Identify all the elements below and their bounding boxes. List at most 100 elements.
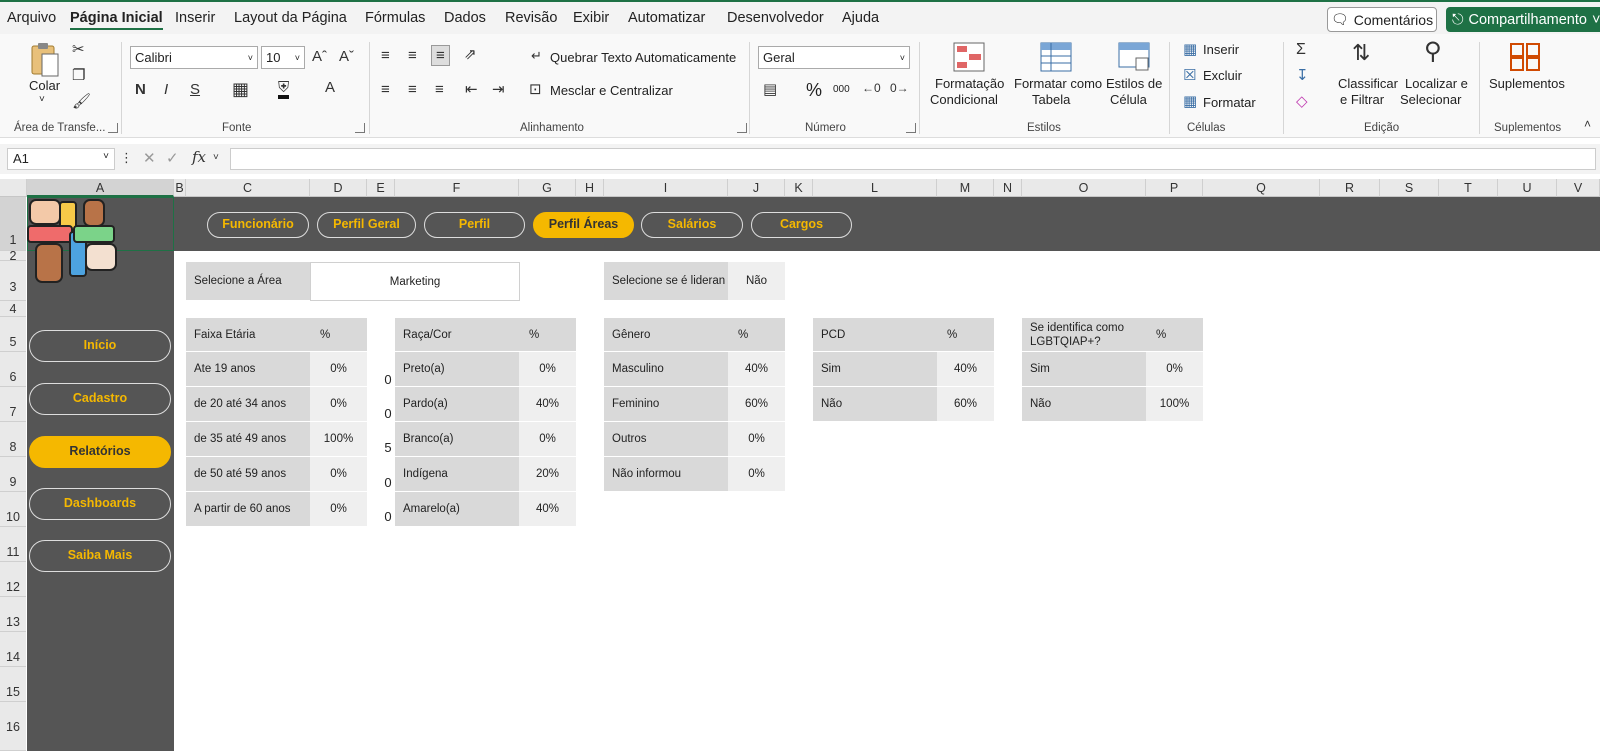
wrap-text-button[interactable]: Quebrar Texto Automaticamente (550, 50, 736, 65)
dialog-launcher-icon[interactable] (108, 123, 118, 133)
addins-icon[interactable] (1509, 42, 1543, 76)
conditional-format-label-2[interactable]: Condicional (930, 92, 998, 107)
format-as-table-label-1[interactable]: Formatar como (1014, 76, 1102, 91)
align-bottom-icon[interactable]: ≡ (431, 45, 450, 66)
column-header[interactable]: K (785, 179, 813, 197)
currency-icon[interactable]: ▤ (763, 82, 777, 97)
fill-color-icon[interactable]: ⛨ (278, 80, 290, 99)
row-header[interactable]: 4 (0, 301, 26, 317)
increase-indent-icon[interactable]: ⇥ (492, 82, 505, 97)
clear-icon[interactable]: ◇ (1296, 94, 1308, 109)
delete-cells-button[interactable]: Excluir (1203, 68, 1242, 83)
align-top-icon[interactable]: ≡ (381, 48, 390, 63)
addins-button[interactable]: Suplementos (1489, 76, 1565, 91)
nav-salarios[interactable]: Salários (641, 212, 743, 238)
column-header[interactable]: D (310, 179, 367, 197)
search-icon[interactable]: ⚲ (1424, 40, 1442, 64)
format-painter-icon[interactable]: 🖌 (72, 94, 91, 109)
cancel-icon[interactable]: ✕ (143, 151, 156, 166)
select-all-corner[interactable] (0, 179, 27, 197)
nav-perfil-geral[interactable]: Perfil Geral (317, 212, 416, 238)
delete-cells-icon[interactable]: ☒ (1183, 68, 1196, 83)
nav-relatorios[interactable]: Relatórios (29, 436, 171, 468)
column-header[interactable]: R (1320, 179, 1380, 197)
row-header[interactable]: 7 (0, 387, 26, 422)
format-as-table-label-2[interactable]: Tabela (1032, 92, 1070, 107)
menu-ajuda[interactable]: Ajuda (842, 10, 879, 26)
column-header[interactable]: H (576, 179, 604, 197)
row-header[interactable]: 11 (0, 527, 26, 562)
row-header[interactable]: 15 (0, 667, 26, 702)
paste-label[interactable]: Colar (29, 78, 60, 93)
underline-icon[interactable]: S (190, 82, 200, 97)
menu-arquivo[interactable]: Arquivo (7, 10, 56, 26)
font-name-select[interactable]: Calibri ˅ (130, 46, 258, 69)
column-header[interactable]: G (519, 179, 576, 197)
collapse-ribbon-icon[interactable]: ˄ (1584, 118, 1591, 130)
font-color-icon[interactable]: A (325, 80, 335, 95)
menu-inserir[interactable]: Inserir (175, 10, 215, 26)
percent-button[interactable]: % (806, 80, 822, 101)
autosum-icon[interactable]: Σ (1296, 42, 1306, 58)
insert-function-button[interactable]: fx (192, 150, 206, 165)
nav-inicio[interactable]: Início (29, 330, 171, 362)
row-header[interactable]: 3 (0, 261, 26, 301)
sort-filter-label-2[interactable]: e Filtrar (1340, 92, 1384, 107)
increase-decimal-icon[interactable]: ←0 (862, 82, 881, 94)
column-header[interactable]: I (604, 179, 728, 197)
row-header[interactable]: 10 (0, 492, 26, 527)
column-header[interactable]: O (1022, 179, 1146, 197)
align-middle-icon[interactable]: ≡ (408, 48, 417, 63)
number-format-select[interactable]: Geral ˅ (758, 46, 910, 69)
share-button[interactable]: ⎋ Compartilhamento ˅ (1446, 7, 1600, 32)
decrease-decimal-icon[interactable]: 0→ (890, 82, 909, 94)
column-header[interactable]: A (27, 179, 174, 197)
align-center-icon[interactable]: ≡ (408, 82, 417, 97)
cell-styles-label-1[interactable]: Estilos de (1106, 76, 1162, 91)
row-header[interactable]: 1 (0, 197, 26, 251)
align-right-icon[interactable]: ≡ (435, 82, 444, 97)
menu-revisao[interactable]: Revisão (505, 10, 557, 26)
column-header[interactable]: C (186, 179, 310, 197)
row-header[interactable]: 14 (0, 632, 26, 667)
conditional-format-icon[interactable] (953, 42, 987, 76)
decrease-indent-icon[interactable]: ⇤ (465, 82, 478, 97)
row-header[interactable]: 8 (0, 422, 26, 457)
thousands-button[interactable]: 000 (833, 84, 850, 95)
format-cells-icon[interactable]: ▦ (1183, 94, 1197, 109)
row-header[interactable]: 16 (0, 702, 26, 751)
column-header[interactable]: P (1146, 179, 1203, 197)
column-header[interactable]: V (1557, 179, 1600, 197)
cell-styles-label-2[interactable]: Célula (1110, 92, 1147, 107)
borders-icon[interactable]: ▦ (232, 80, 249, 98)
cell-styles-icon[interactable] (1118, 42, 1152, 76)
menu-desenvolvedor[interactable]: Desenvolvedor (727, 10, 824, 26)
scissors-icon[interactable]: ✂ (72, 42, 85, 57)
nav-cargos[interactable]: Cargos (751, 212, 852, 238)
column-header[interactable]: B (174, 179, 186, 197)
copy-icon[interactable]: ❐ (72, 68, 85, 83)
conditional-format-label-1[interactable]: Formatação (935, 76, 1004, 91)
italic-icon[interactable]: I (164, 82, 168, 97)
row-header[interactable]: 13 (0, 597, 26, 632)
area-filter-select[interactable]: Marketing (310, 262, 520, 301)
nav-perfil-areas[interactable]: Perfil Áreas (533, 212, 634, 238)
chevron-down-icon[interactable]: ˅ (213, 153, 219, 163)
menu-automatizar[interactable]: Automatizar (628, 10, 705, 26)
column-header[interactable]: T (1439, 179, 1498, 197)
column-header[interactable]: U (1498, 179, 1557, 197)
bold-icon[interactable]: N (135, 82, 146, 97)
more-icon[interactable]: ⋮ (120, 151, 133, 164)
column-header[interactable]: L (813, 179, 937, 197)
align-left-icon[interactable]: ≡ (381, 82, 390, 97)
merge-center-icon[interactable]: ⊡ (529, 82, 542, 97)
dialog-launcher-icon[interactable] (355, 123, 365, 133)
leader-filter-select[interactable]: Não (728, 262, 785, 301)
wrap-text-icon[interactable]: ↵ (531, 49, 542, 62)
menu-exibir[interactable]: Exibir (573, 10, 609, 26)
nav-dashboards[interactable]: Dashboards (29, 488, 171, 520)
row-header[interactable]: 6 (0, 352, 26, 387)
menu-pagina-inicial[interactable]: Página Inicial (70, 10, 163, 30)
nav-funcionario[interactable]: Funcionário (207, 212, 309, 238)
column-header[interactable]: Q (1203, 179, 1320, 197)
